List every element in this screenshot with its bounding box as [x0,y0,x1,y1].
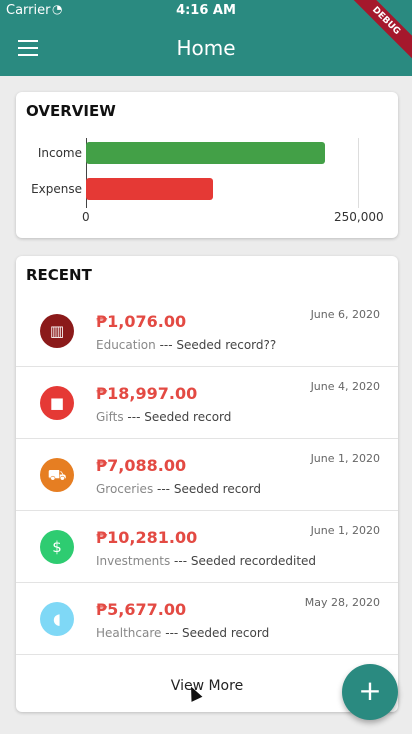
record-date: June 1, 2020 [310,452,380,465]
record-separator: --- [123,410,145,424]
record-description: Healthcare --- Seeded record [96,626,269,640]
record-separator: --- [161,626,183,640]
record-category: Groceries [96,482,154,496]
record-separator: --- [153,482,174,496]
record-amount: ₱7,088.00 [96,456,187,475]
record-row[interactable]: ⛟ ₱7,088.00 Groceries --- Seeded record Jun… [16,438,398,511]
record-row[interactable]: ◖ ₱5,677.00 Healthcare --- Seeded record Ma… [16,582,398,655]
app-bar: Carrier ◔ 4:16 AM DEBUG Home [0,0,412,76]
bar-label-income: Income [37,146,82,160]
record-amount: ₱1,076.00 [96,312,187,331]
status-bar: Carrier ◔ 4:16 AM [0,0,412,22]
record-note: Seeded record [144,410,232,424]
gift-icon: ■ [40,386,74,420]
record-description: Groceries --- Seeded record [96,482,261,496]
record-category: Education [96,338,156,352]
recent-title: RECENT [26,266,92,284]
record-separator: --- [155,338,177,352]
status-time: 4:16 AM [176,3,236,18]
record-separator: --- [170,554,191,568]
record-date: June 4, 2020 [310,380,380,393]
record-note: Seeded recordedited [190,554,317,568]
record-category: Gifts [96,410,124,424]
record-row[interactable]: $ ₱10,281.00 Investments --- Seeded record… [16,510,398,583]
record-category: Healthcare [96,626,162,640]
grid-line [358,138,359,208]
bank-icon: ▥ [40,314,74,348]
page-title: Home [176,36,236,60]
bar-expense [86,178,214,200]
add-record-button[interactable]: + [342,664,398,720]
record-note: Seeded record [173,482,261,496]
record-amount: ₱18,997.00 [96,384,198,403]
record-note: Seeded record [182,626,270,640]
record-note: Seeded record?? [176,338,277,352]
record-date: June 1, 2020 [310,524,380,537]
record-amount: ₱5,677.00 [96,600,187,619]
view-more-button[interactable]: View More [16,678,398,694]
record-amount: ₱10,281.00 [96,528,198,547]
recent-card: RECENT ▥ ₱1,076.00 Education --- Seeded re… [16,256,398,712]
record-date: June 6, 2020 [310,308,380,321]
x-tick-label: 0 [82,210,90,224]
x-tick-label: 250,000 [334,210,384,224]
record-row[interactable]: ▥ ₱1,076.00 Education --- Seeded record?? J… [16,294,398,367]
pill-icon: ◖ [40,602,74,636]
cart-icon: ⛟ [40,458,74,492]
record-description: Education --- Seeded record?? [96,338,276,352]
bar-label-expense: Expense [31,182,82,196]
record-description: Investments --- Seeded recordedited [96,554,316,568]
overview-card: OVERVIEW Income Expense 0 250,000 [16,92,398,238]
record-category: Investments [96,554,171,568]
record-row[interactable]: ■ ₱18,997.00 Gifts --- Seeded record June 4… [16,366,398,439]
overview-title: OVERVIEW [26,102,116,120]
record-description: Gifts --- Seeded record [96,410,231,424]
record-date: May 28, 2020 [304,596,380,609]
bar-income [86,142,326,164]
money-icon: $ [40,530,74,564]
